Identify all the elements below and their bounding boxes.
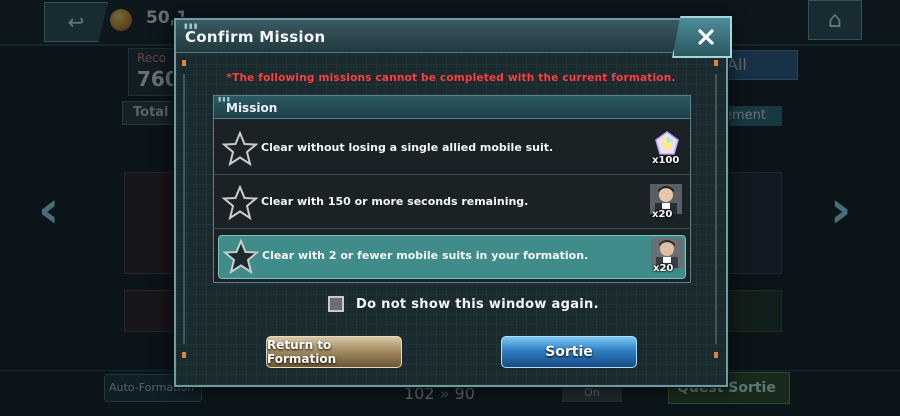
- record-value: 760: [137, 67, 179, 91]
- reward-pilot: x20: [648, 184, 684, 220]
- next-page-arrow-icon[interactable]: ›: [830, 180, 851, 240]
- home-icon: ⌂: [828, 7, 842, 33]
- reward-quantity: x100: [652, 155, 680, 166]
- reward-quantity: x20: [653, 263, 674, 274]
- arrangement-button[interactable]: ement: [722, 106, 782, 126]
- side-rail-right: [714, 60, 718, 360]
- star-icon: [222, 185, 258, 221]
- mission-text: Clear without losing a single allied mob…: [261, 141, 554, 154]
- dont-show-label: Do not show this window again.: [356, 296, 599, 312]
- mission-header-label: Mission: [226, 101, 278, 115]
- mission-text: Clear with 2 or fewer mobile suits in yo…: [262, 249, 589, 262]
- sortie-button[interactable]: Sortie: [501, 336, 637, 368]
- dont-show-again-option[interactable]: Do not show this window again.: [328, 293, 599, 315]
- confirm-mission-dialog: ▮▮▮ Confirm Mission *The following missi…: [174, 16, 732, 387]
- mission-list: ▮▮▮ Mission Clear without losing a singl…: [213, 95, 691, 283]
- mission-row: Clear with 150 or more seconds remaining…: [218, 182, 684, 224]
- prev-page-arrow-icon[interactable]: ‹: [38, 180, 59, 240]
- close-icon: [698, 29, 714, 45]
- back-arrow-icon: ↩: [67, 10, 85, 34]
- reward-crystal: x100: [648, 130, 684, 166]
- reward-quantity: x20: [652, 209, 673, 220]
- unit-card[interactable]: [724, 172, 782, 274]
- star-icon: [223, 239, 259, 275]
- return-to-formation-button[interactable]: Return to Formation: [266, 336, 402, 368]
- mission-list-header: ▮▮▮ Mission: [214, 96, 690, 119]
- home-button[interactable]: ⌂: [808, 0, 862, 40]
- reward-pilot: x20: [649, 238, 685, 274]
- record-label: Reco: [137, 51, 167, 65]
- currency-gem-icon: [110, 9, 132, 31]
- row-divider: [214, 228, 690, 229]
- side-rail-left: [182, 60, 186, 360]
- back-button[interactable]: ↩: [44, 2, 108, 42]
- mission-text: Clear with 150 or more seconds remaining…: [261, 195, 529, 208]
- mission-row-highlighted: Clear with 2 or fewer mobile suits in yo…: [218, 235, 686, 279]
- unit-card[interactable]: [724, 290, 782, 332]
- row-divider: [214, 174, 690, 175]
- dont-show-checkbox[interactable]: [328, 296, 344, 312]
- mission-row: Clear without losing a single allied mob…: [218, 128, 684, 170]
- close-button[interactable]: [672, 16, 732, 58]
- crystal-gem-icon: [655, 131, 679, 155]
- dialog-title: Confirm Mission: [185, 28, 326, 46]
- warning-text: *The following missions cannot be comple…: [226, 72, 676, 84]
- star-icon: [222, 131, 258, 167]
- dialog-header: ▮▮▮ Confirm Mission: [176, 20, 726, 53]
